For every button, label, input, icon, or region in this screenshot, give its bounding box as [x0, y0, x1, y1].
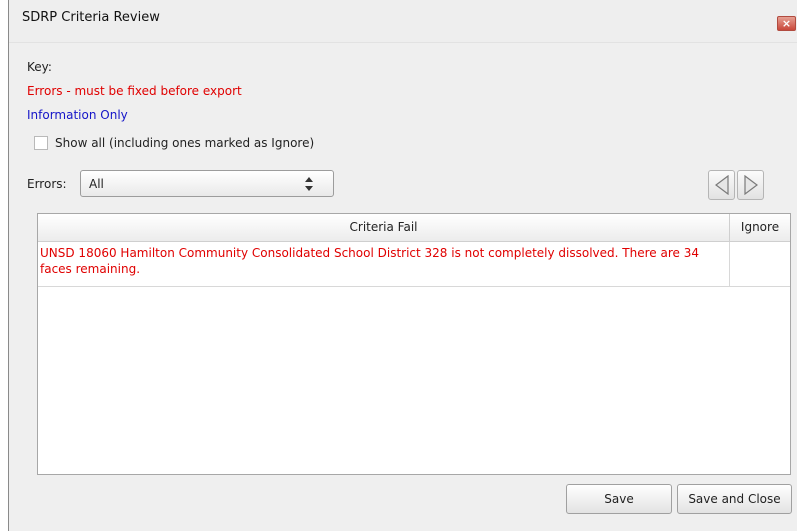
- criteria-review-window: SDRP Criteria Review × Key: Errors - mus…: [8, 0, 797, 531]
- left-triangle-icon: [715, 175, 729, 195]
- save-and-close-button[interactable]: Save and Close: [677, 484, 792, 514]
- ignore-cell[interactable]: [730, 242, 790, 286]
- title-bar: SDRP Criteria Review ×: [9, 0, 797, 43]
- errors-filter-select[interactable]: All: [80, 170, 334, 197]
- column-header-ignore[interactable]: Ignore: [730, 214, 790, 241]
- show-all-checkbox[interactable]: [34, 136, 48, 150]
- column-header-criteria-fail[interactable]: Criteria Fail: [38, 214, 730, 241]
- close-icon[interactable]: ×: [777, 16, 796, 31]
- criteria-table: Criteria Fail Ignore UNSD 18060 Hamilton…: [37, 213, 791, 475]
- next-button[interactable]: [737, 170, 764, 200]
- key-info-legend: Information Only: [27, 108, 128, 122]
- previous-button[interactable]: [708, 170, 735, 200]
- errors-filter-value: All: [89, 177, 104, 191]
- right-triangle-icon: [744, 175, 758, 195]
- key-label: Key:: [27, 60, 52, 74]
- updown-arrows-icon: [305, 177, 313, 191]
- window-title: SDRP Criteria Review: [22, 10, 160, 25]
- table-row[interactable]: UNSD 18060 Hamilton Community Consolidat…: [38, 242, 790, 287]
- save-button[interactable]: Save: [566, 484, 672, 514]
- table-header: Criteria Fail Ignore: [38, 214, 790, 242]
- criteria-fail-cell[interactable]: UNSD 18060 Hamilton Community Consolidat…: [38, 242, 730, 286]
- errors-filter-label: Errors:: [27, 177, 67, 191]
- show-all-label[interactable]: Show all (including ones marked as Ignor…: [55, 136, 314, 150]
- key-errors-legend: Errors - must be fixed before export: [27, 84, 242, 98]
